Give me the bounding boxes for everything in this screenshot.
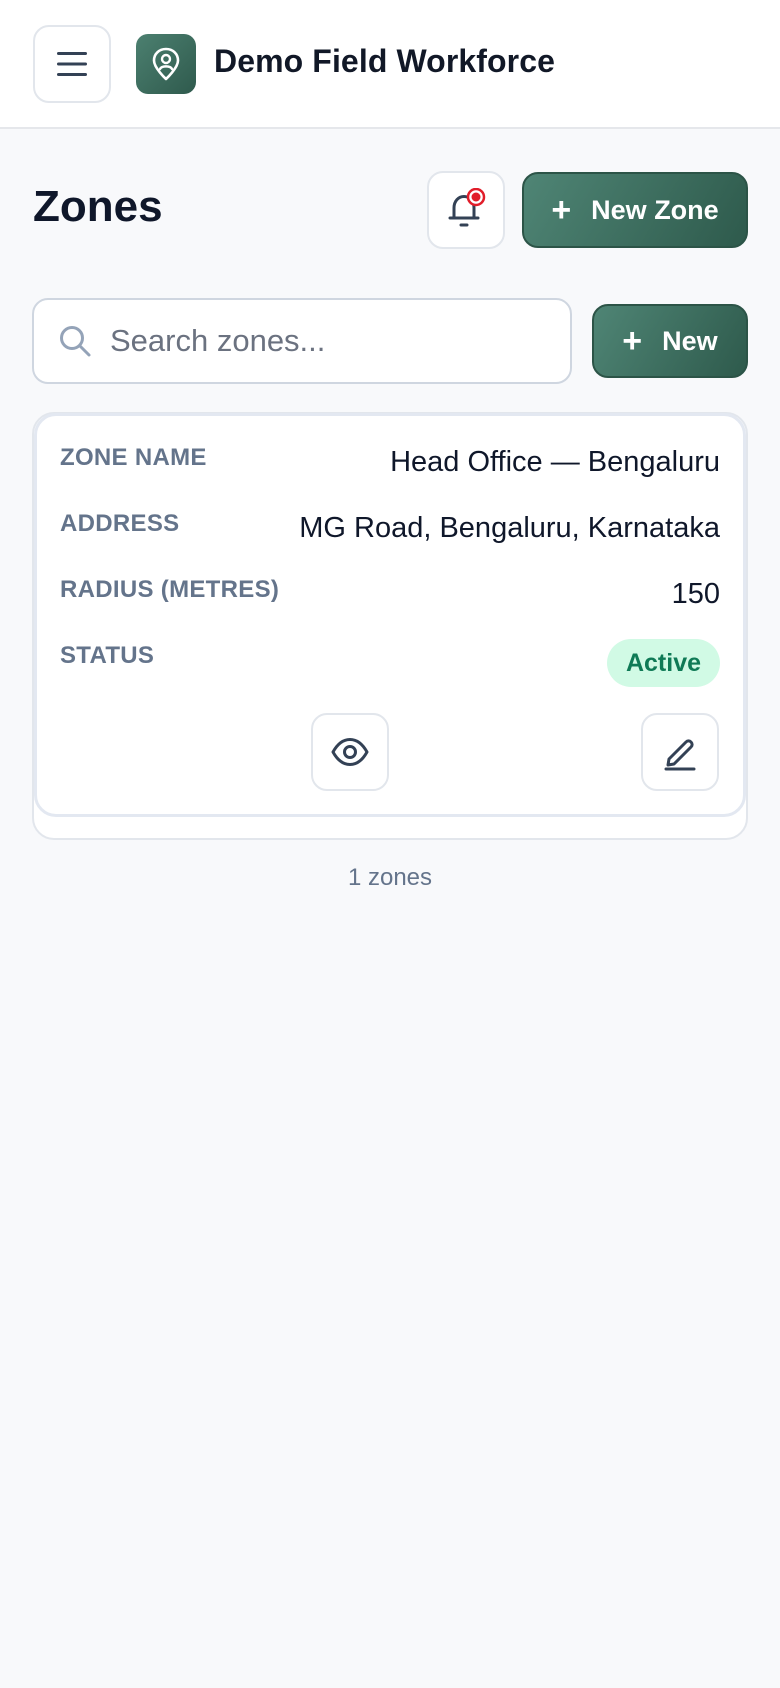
view-zone-button[interactable] bbox=[311, 713, 389, 791]
status-label: STATUS bbox=[60, 642, 155, 669]
address-value: MG Road, Bengaluru, Karnataka bbox=[299, 512, 720, 544]
zone-count: 1 zones bbox=[347, 864, 433, 891]
notifications-button[interactable] bbox=[427, 171, 505, 249]
app-logo bbox=[136, 34, 196, 94]
edit-zone-button[interactable] bbox=[641, 713, 719, 791]
address-label: ADDRESS bbox=[60, 510, 180, 537]
zone-name-label: ZONE NAME bbox=[60, 444, 207, 471]
plus-icon: + bbox=[551, 191, 572, 229]
new-label: New bbox=[662, 325, 718, 356]
menu-button[interactable] bbox=[33, 25, 111, 103]
app-title: Demo Field Workforce bbox=[214, 43, 556, 79]
hamburger-menu-icon bbox=[57, 52, 87, 76]
radius-value: 150 bbox=[671, 578, 720, 610]
zone-name-value: Head Office — Bengaluru bbox=[390, 446, 720, 478]
location-pin-icon bbox=[152, 47, 180, 81]
new-button[interactable]: + New bbox=[592, 304, 748, 378]
page-title: Zones bbox=[33, 182, 163, 231]
new-zone-button[interactable]: + New Zone bbox=[522, 172, 748, 248]
pencil-icon bbox=[664, 739, 696, 771]
status-badge: Active bbox=[607, 639, 720, 687]
plus-icon: + bbox=[622, 322, 643, 360]
bell-icon bbox=[448, 188, 486, 227]
radius-label: RADIUS (METRES) bbox=[60, 576, 280, 603]
search-box[interactable] bbox=[32, 298, 572, 384]
top-app-bar: Demo Field Workforce bbox=[0, 0, 780, 129]
search-input[interactable] bbox=[110, 323, 530, 359]
new-zone-label: New Zone bbox=[591, 194, 719, 225]
eye-icon bbox=[331, 738, 369, 766]
search-icon bbox=[58, 324, 92, 358]
